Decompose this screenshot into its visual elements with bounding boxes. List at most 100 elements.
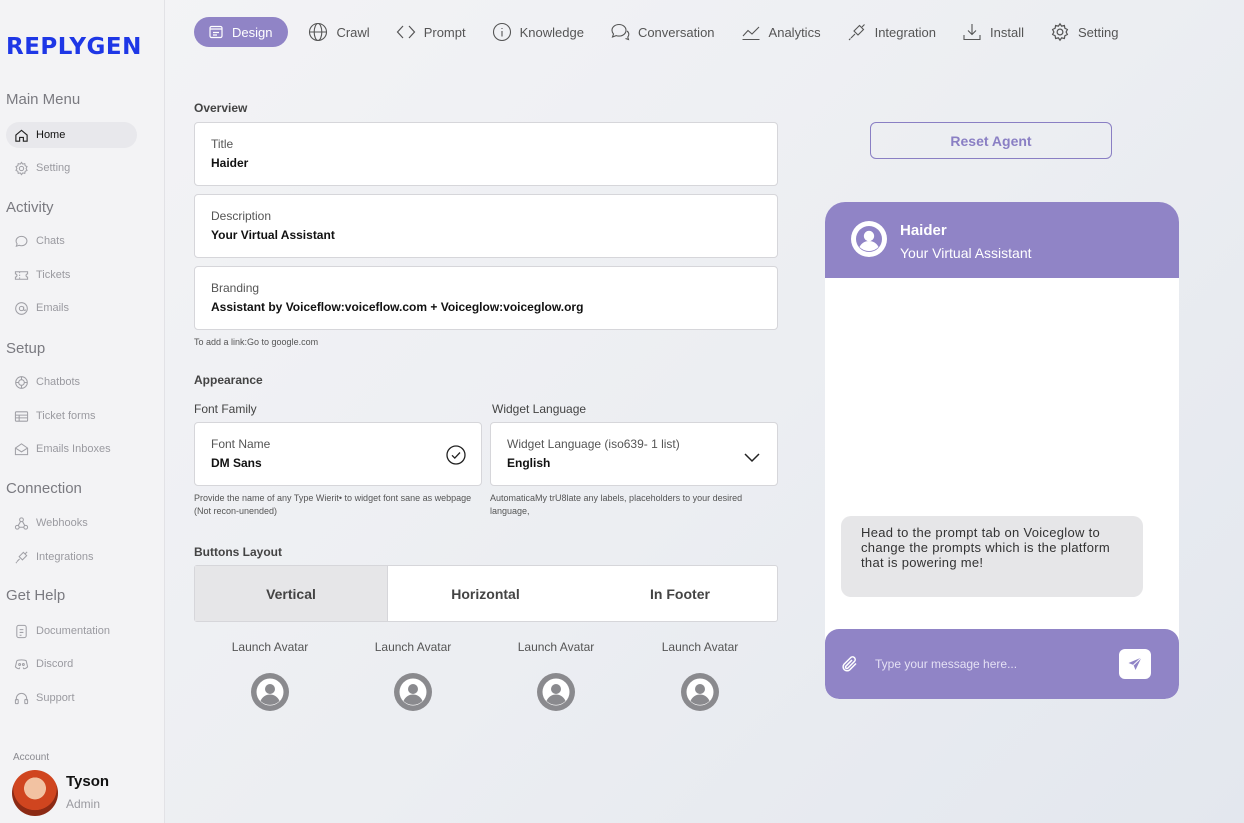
sidebar-item-chats[interactable]: Chats xyxy=(6,228,137,254)
sidebar-item-label: Chats xyxy=(36,235,65,247)
appearance-heading: Appearance xyxy=(194,373,263,387)
download-icon xyxy=(963,24,981,41)
chat-input-bar xyxy=(825,629,1179,699)
send-button[interactable] xyxy=(1119,649,1151,679)
layout-option-in-footer[interactable]: In Footer xyxy=(583,566,777,621)
sidebar-item-support[interactable]: Support xyxy=(6,685,137,711)
reset-agent-button[interactable]: Reset Agent xyxy=(870,122,1112,159)
tab-design[interactable]: Design xyxy=(194,17,289,47)
sidebar-item-label: Emails Inboxes xyxy=(36,443,111,455)
font-family-label: Font Family xyxy=(194,402,257,416)
user-avatar-icon xyxy=(537,673,575,711)
account-role: Admin xyxy=(66,797,101,811)
paperclip-icon[interactable] xyxy=(841,654,859,674)
launch-avatar-label: Launch Avatar xyxy=(661,640,739,654)
sidebar-item-documentation[interactable]: Documentation xyxy=(6,618,137,644)
account-label: Account xyxy=(13,752,50,763)
logo[interactable]: REPLYGEN xyxy=(6,34,142,60)
gear-icon xyxy=(1051,22,1069,42)
sidebar-item-emails-inboxes[interactable]: Emails Inboxes xyxy=(6,436,137,462)
section-connection: Connection xyxy=(6,480,82,497)
sidebar-item-integrations[interactable]: Integrations xyxy=(6,544,137,570)
branding-value: Assistant by Voiceflow:voiceflow.com + V… xyxy=(211,300,584,314)
plug-icon xyxy=(15,551,28,563)
sidebar-item-home[interactable]: Home xyxy=(6,122,137,148)
tab-label: Crawl xyxy=(336,24,370,40)
branding-field[interactable]: Branding Assistant by Voiceflow:voiceflo… xyxy=(194,266,778,330)
top-nav: Design Crawl Prompt Knowledge Conversati… xyxy=(194,17,1144,47)
discord-icon xyxy=(14,658,29,669)
tab-label: Setting xyxy=(1077,24,1119,40)
section-activity: Activity xyxy=(6,199,54,216)
webhook-icon xyxy=(14,516,29,530)
sidebar-item-label: Home xyxy=(36,129,66,141)
sidebar-item-label: Emails xyxy=(36,302,70,314)
tab-setting[interactable]: Setting xyxy=(1050,17,1118,47)
sidebar-item-emails[interactable]: Emails xyxy=(6,295,137,321)
send-icon xyxy=(1128,657,1142,670)
link-hint: To add a link:Go to google.com xyxy=(194,337,319,347)
chat-agent-subtitle: Your Virtual Assistant xyxy=(900,245,1032,261)
widget-language-select[interactable]: Widget Language (iso639- 1 list) English xyxy=(490,422,778,486)
sidebar-item-setting[interactable]: Setting xyxy=(6,155,137,181)
tab-prompt[interactable]: Prompt xyxy=(396,17,466,47)
info-icon xyxy=(492,22,511,42)
description-label: Description xyxy=(211,209,272,223)
layout-option-vertical[interactable]: Vertical xyxy=(195,566,388,621)
tab-integration[interactable]: Integration xyxy=(847,17,936,47)
sidebar-item-ticket-forms[interactable]: Ticket forms xyxy=(6,403,137,429)
tab-knowledge[interactable]: Knowledge xyxy=(492,17,584,47)
section-setup: Setup xyxy=(6,340,46,357)
tab-label: Design xyxy=(232,24,273,40)
tab-install[interactable]: Install xyxy=(962,17,1024,47)
title-label: Title xyxy=(211,137,234,151)
sidebar-item-discord[interactable]: Discord xyxy=(6,651,137,677)
chat-message-input[interactable] xyxy=(875,654,1075,674)
inbox-icon xyxy=(14,442,29,455)
home-icon xyxy=(15,129,28,142)
sidebar-item-webhooks[interactable]: Webhooks xyxy=(6,510,137,536)
tab-analytics[interactable]: Analytics xyxy=(741,17,821,47)
tab-label: Knowledge xyxy=(519,24,584,40)
chevron-down-icon xyxy=(744,453,760,463)
tab-label: Conversation xyxy=(637,24,715,40)
ticket-icon xyxy=(14,270,29,280)
launch-avatar-label: Launch Avatar xyxy=(374,640,452,654)
font-hint: Provide the name of any Type Wierit• to … xyxy=(194,493,472,516)
layout-option-horizontal[interactable]: Horizontal xyxy=(388,566,583,621)
language-hint: AutomaticaMy trU8late any labels, placeh… xyxy=(490,493,743,516)
at-sign-icon xyxy=(15,301,28,315)
avatar[interactable] xyxy=(12,770,58,816)
description-field[interactable]: Description Your Virtual Assistant xyxy=(194,194,778,258)
tab-label: Prompt xyxy=(423,24,466,40)
user-avatar-icon xyxy=(251,673,289,711)
launch-avatar-option[interactable]: Launch Avatar xyxy=(205,640,335,718)
conversation-icon xyxy=(611,23,630,41)
buttons-layout-toggle: Vertical Horizontal In Footer xyxy=(194,565,778,622)
globe-icon xyxy=(309,22,328,42)
account-name: Tyson xyxy=(66,773,110,790)
chatbot-icon xyxy=(15,375,28,389)
tab-label: Integration xyxy=(874,24,937,40)
tab-conversation[interactable]: Conversation xyxy=(610,17,715,47)
launch-avatar-option[interactable]: Launch Avatar xyxy=(635,640,765,718)
headset-icon xyxy=(14,692,29,704)
title-field[interactable]: Title Haider xyxy=(194,122,778,186)
widget-language-label: Widget Language xyxy=(492,402,587,416)
gear-icon xyxy=(15,161,28,175)
sidebar-item-label: Chatbots xyxy=(36,376,81,388)
section-main-menu: Main Menu xyxy=(6,91,81,108)
bot-avatar-icon xyxy=(851,221,887,257)
sidebar-item-chatbots[interactable]: Chatbots xyxy=(6,369,137,395)
user-avatar-icon xyxy=(394,673,432,711)
launch-avatar-option[interactable]: Launch Avatar xyxy=(491,640,621,718)
font-name-field[interactable]: Font Name DM Sans xyxy=(194,422,482,486)
sidebar-item-label: Discord xyxy=(36,658,74,670)
tab-label: Analytics xyxy=(768,24,821,40)
launch-avatar-option[interactable]: Launch Avatar xyxy=(348,640,478,718)
widget-language-value: English xyxy=(507,456,551,470)
sidebar-item-label: Integrations xyxy=(36,551,94,563)
tab-crawl[interactable]: Crawl xyxy=(308,17,370,47)
sidebar-item-tickets[interactable]: Tickets xyxy=(6,262,137,288)
description-value: Your Virtual Assistant xyxy=(211,228,335,242)
